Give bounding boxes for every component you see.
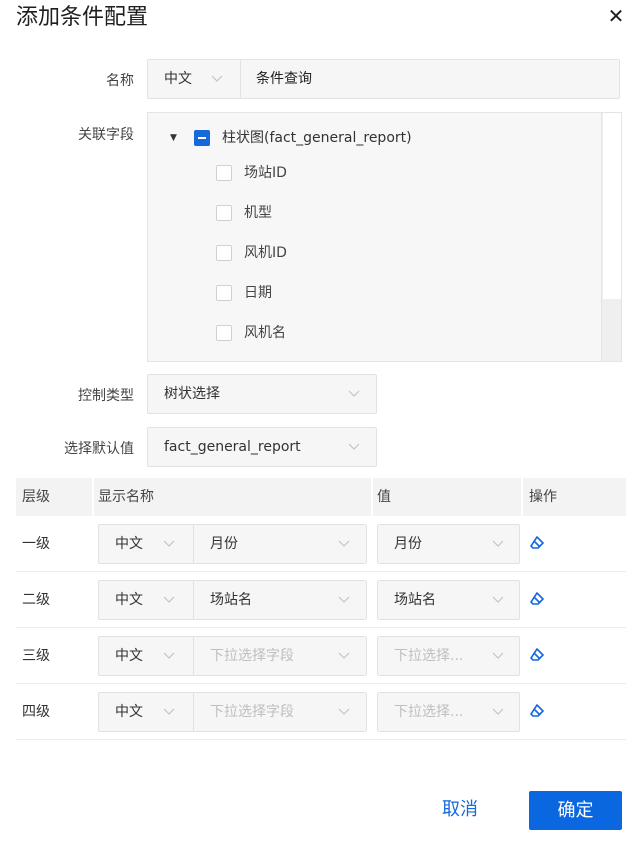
confirm-button[interactable]: 确定 — [529, 791, 622, 830]
tree-child-label: 机型 — [244, 205, 272, 221]
chevron-down-icon — [338, 540, 350, 548]
row-field-select[interactable]: 下拉选择字段 — [193, 692, 367, 732]
row-value-select[interactable]: 下拉选择... — [377, 692, 520, 732]
default-value-label: 选择默认值 — [64, 441, 134, 457]
row-value-placeholder: 下拉选择... — [394, 648, 464, 664]
chevron-down-icon — [163, 708, 175, 716]
row-field-select[interactable]: 场站名 — [193, 580, 367, 620]
control-type-label: 控制类型 — [78, 388, 134, 404]
row-field-placeholder: 下拉选择字段 — [210, 648, 294, 664]
chevron-down-icon — [492, 708, 504, 716]
tree-child-checkbox[interactable] — [216, 205, 232, 221]
header-display-name: 显示名称 — [98, 489, 154, 505]
row-field-value: 月份 — [210, 536, 238, 552]
name-field-group: 中文 条件查询 — [147, 59, 620, 99]
row-value-text: 月份 — [394, 536, 422, 552]
chevron-down-icon — [492, 540, 504, 548]
row-level: 一级 — [22, 536, 50, 552]
tree-scrollbar-thumb[interactable] — [603, 113, 621, 299]
tree-child-checkbox[interactable] — [216, 245, 232, 261]
row-field-placeholder: 下拉选择字段 — [210, 704, 294, 720]
row-level: 三级 — [22, 648, 50, 664]
chevron-down-icon — [348, 443, 360, 451]
levels-table-header: 层级 显示名称 值 操作 — [16, 478, 626, 516]
chevron-down-icon — [163, 596, 175, 604]
tree-scrollbar[interactable] — [601, 113, 621, 361]
row-language-value: 中文 — [115, 704, 143, 720]
tree-child-label: 风机名 — [244, 325, 286, 341]
tree-parent-checkbox[interactable] — [194, 130, 210, 146]
row-language-select[interactable]: 中文 — [98, 692, 194, 732]
row-language-select[interactable]: 中文 — [98, 524, 194, 564]
control-type-select[interactable]: 树状选择 — [147, 374, 377, 414]
chevron-down-icon — [211, 75, 223, 83]
row-field-value: 场站名 — [210, 592, 252, 608]
row-value-text: 场站名 — [394, 592, 436, 608]
row-level: 四级 — [22, 704, 50, 720]
name-language-select[interactable]: 中文 — [148, 60, 241, 98]
default-value-select[interactable]: fact_general_report — [147, 427, 377, 467]
row-language-value: 中文 — [115, 648, 143, 664]
chevron-down-icon — [492, 596, 504, 604]
chevron-down-icon — [338, 708, 350, 716]
header-value: 值 — [377, 489, 391, 505]
row-field-select[interactable]: 月份 — [193, 524, 367, 564]
chevron-down-icon — [163, 540, 175, 548]
clear-row-icon[interactable] — [530, 592, 544, 606]
row-value-select[interactable]: 场站名 — [377, 580, 520, 620]
chevron-down-icon — [163, 652, 175, 660]
row-value-select[interactable]: 月份 — [377, 524, 520, 564]
table-row: 三级 中文 下拉选择字段 下拉选择... — [16, 628, 626, 684]
name-label: 名称 — [106, 73, 134, 89]
chevron-down-icon — [338, 596, 350, 604]
tree-child-label: 风机ID — [244, 245, 287, 261]
table-row: 一级 中文 月份 月份 — [16, 516, 626, 572]
dialog-title: 添加条件配置 — [16, 5, 149, 30]
close-icon[interactable]: ✕ — [606, 6, 626, 26]
name-language-value: 中文 — [164, 71, 192, 87]
row-language-value: 中文 — [115, 592, 143, 608]
tree-child-checkbox[interactable] — [216, 165, 232, 181]
default-value-text: fact_general_report — [164, 439, 301, 455]
header-action: 操作 — [529, 489, 557, 505]
row-value-placeholder: 下拉选择... — [394, 704, 464, 720]
clear-row-icon[interactable] — [530, 648, 544, 662]
header-level: 层级 — [22, 489, 50, 505]
tree-child-checkbox[interactable] — [216, 285, 232, 301]
tree-child-label: 场站ID — [244, 165, 287, 181]
clear-row-icon[interactable] — [530, 704, 544, 718]
related-fields-label: 关联字段 — [78, 127, 134, 143]
row-language-value: 中文 — [115, 536, 143, 552]
row-language-select[interactable]: 中文 — [98, 580, 194, 620]
control-type-value: 树状选择 — [164, 386, 220, 402]
cancel-button[interactable]: 取消 — [429, 790, 491, 830]
row-level: 二级 — [22, 592, 50, 608]
row-field-select[interactable]: 下拉选择字段 — [193, 636, 367, 676]
chevron-down-icon — [348, 390, 360, 398]
row-language-select[interactable]: 中文 — [98, 636, 194, 676]
chevron-down-icon — [492, 652, 504, 660]
clear-row-icon[interactable] — [530, 536, 544, 550]
name-input[interactable]: 条件查询 — [256, 60, 312, 98]
related-fields-tree: ▼ 柱状图(fact_general_report) 场站ID 机型 风机ID … — [147, 112, 622, 362]
caret-down-icon[interactable]: ▼ — [170, 127, 180, 149]
tree-parent-label: 柱状图(fact_general_report) — [222, 130, 412, 146]
table-row: 四级 中文 下拉选择字段 下拉选择... — [16, 684, 626, 740]
row-value-select[interactable]: 下拉选择... — [377, 636, 520, 676]
tree-child-label: 日期 — [244, 285, 272, 301]
tree-child-checkbox[interactable] — [216, 325, 232, 341]
chevron-down-icon — [338, 652, 350, 660]
table-row: 二级 中文 场站名 场站名 — [16, 572, 626, 628]
